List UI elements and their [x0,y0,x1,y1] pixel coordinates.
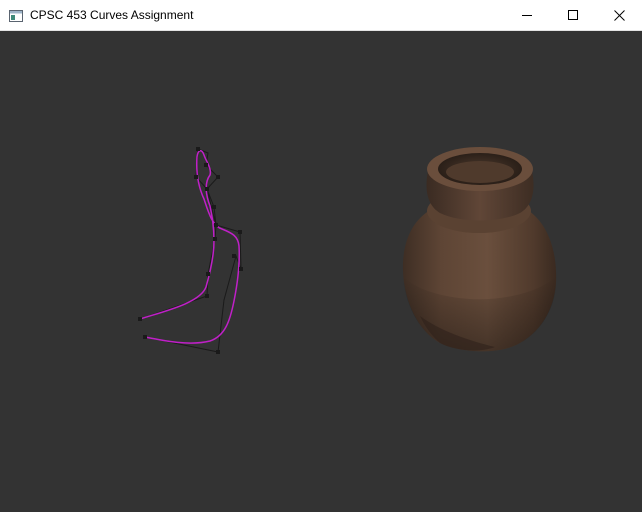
profile-curve [139,150,240,344]
curve-editor[interactable] [138,147,243,354]
control-point[interactable] [196,147,200,151]
control-point[interactable] [213,237,217,241]
control-point[interactable] [214,223,218,227]
maximize-icon [568,10,578,20]
control-point[interactable] [205,187,209,191]
close-icon [613,9,625,21]
control-point[interactable] [232,254,236,258]
vase-mouth-inner [446,161,514,183]
maximize-button[interactable] [550,0,596,30]
control-point[interactable] [205,294,209,298]
control-point[interactable] [206,272,210,276]
control-point[interactable] [238,230,242,234]
control-point[interactable] [239,267,243,271]
close-button[interactable] [596,0,642,30]
app-window-icon [9,9,23,22]
minimize-icon [522,10,532,20]
control-point[interactable] [216,350,220,354]
app-window: CPSC 453 Curves Assignment [0,0,642,512]
control-point[interactable] [143,335,147,339]
render-viewport[interactable] [0,31,642,512]
control-point[interactable] [194,175,198,179]
control-point[interactable] [204,163,208,167]
minimize-button[interactable] [504,0,550,30]
control-point[interactable] [212,205,216,209]
control-point[interactable] [216,175,220,179]
title-bar[interactable]: CPSC 453 Curves Assignment [0,0,642,31]
control-point[interactable] [138,317,142,321]
control-polygon [139,148,242,353]
vase-render [402,147,557,352]
window-title: CPSC 453 Curves Assignment [30,8,194,22]
